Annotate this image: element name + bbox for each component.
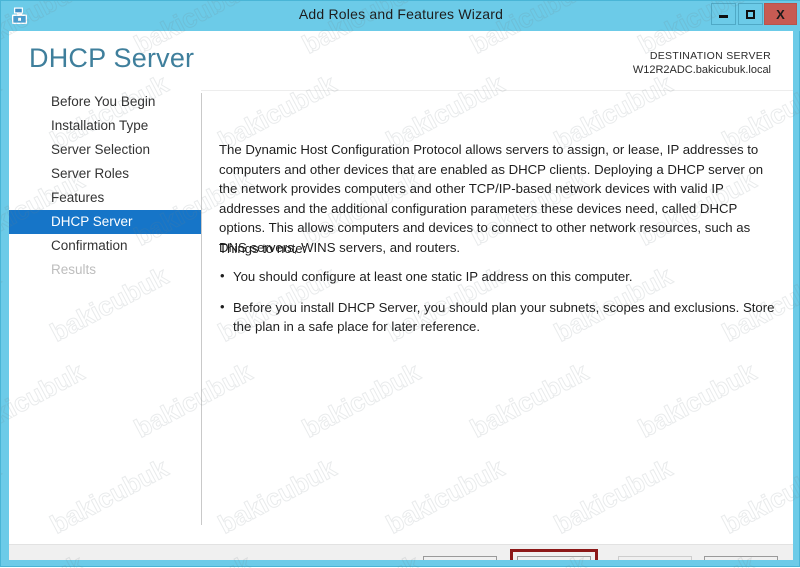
sidebar-item-features[interactable]: Features — [9, 186, 201, 210]
minimize-icon — [719, 15, 728, 18]
sidebar-item-installation-type[interactable]: Installation Type — [9, 114, 201, 138]
watermark-text: bakicubuk — [1, 68, 5, 156]
close-icon: X — [776, 6, 785, 22]
sidebar-item-results: Results — [51, 262, 97, 277]
list-item: Before you install DHCP Server, you shou… — [219, 297, 775, 337]
sidebar-item-server-roles[interactable]: Server Roles — [9, 162, 201, 186]
list-item: You should configure at least one static… — [219, 266, 775, 287]
wizard-navigation: Before You Begin Installation Type Serve… — [9, 90, 201, 530]
wizard-window: Add Roles and Features Wizard X DHCP Ser… — [0, 0, 800, 568]
previous-button[interactable]: < Previous — [423, 556, 497, 560]
footer-bar: < Previous Next > Install Cancel — [9, 544, 793, 560]
title-bar: Add Roles and Features Wizard X — [1, 1, 800, 31]
cancel-button[interactable]: Cancel — [704, 556, 778, 560]
watermark-text: bakicubuk — [1, 452, 5, 540]
minimize-button[interactable] — [711, 3, 736, 25]
sidebar-item-dhcp-server[interactable]: DHCP Server — [9, 210, 201, 234]
sidebar-item-before-you-begin[interactable]: Before You Begin — [9, 90, 201, 114]
window-title: Add Roles and Features Wizard — [298, 6, 504, 22]
install-button: Install — [618, 556, 692, 560]
next-button[interactable]: Next > — [517, 556, 591, 560]
destination-server-label: DESTINATION SERVER — [649, 50, 771, 62]
things-to-note-heading: Things to note: — [219, 241, 307, 256]
destination-server-block: DESTINATION SERVER W12R2ADC.bakicubuk.lo… — [633, 49, 771, 77]
destination-server-value: W12R2ADC.bakicubuk.local — [632, 64, 771, 76]
maximize-button[interactable] — [738, 3, 763, 25]
sidebar-item-server-selection[interactable]: Server Selection — [9, 138, 201, 162]
things-to-note-list: You should configure at least one static… — [219, 266, 775, 348]
watermark-text: bakicubuk — [1, 260, 5, 348]
client-area: DHCP Server DESTINATION SERVER W12R2ADC.… — [9, 31, 793, 560]
page-title: DHCP Server — [29, 43, 195, 73]
close-button[interactable]: X — [764, 3, 797, 25]
sidebar-item-confirmation[interactable]: Confirmation — [9, 234, 201, 258]
maximize-icon — [746, 9, 755, 19]
main-content: The Dynamic Host Configuration Protocol … — [219, 90, 779, 530]
page-header: DHCP Server DESTINATION SERVER W12R2ADC.… — [9, 31, 793, 91]
sidebar-divider — [201, 93, 202, 525]
intro-paragraph: The Dynamic Host Configuration Protocol … — [219, 142, 764, 255]
